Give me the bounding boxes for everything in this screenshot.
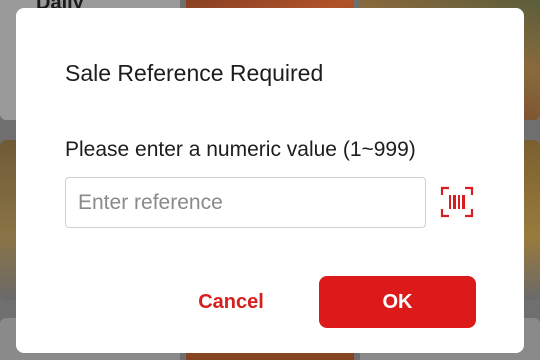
sale-reference-dialog: Sale Reference Required Please enter a n…: [16, 8, 524, 353]
dialog-title: Sale Reference Required: [65, 60, 324, 86]
dialog-prompt: Please enter a numeric value (1~999): [65, 138, 416, 161]
cancel-button[interactable]: Cancel: [176, 276, 286, 328]
ok-button[interactable]: OK: [319, 276, 476, 328]
barcode-scan-button[interactable]: [438, 184, 476, 220]
reference-input[interactable]: [65, 177, 426, 228]
barcode-scan-icon: [440, 186, 474, 218]
